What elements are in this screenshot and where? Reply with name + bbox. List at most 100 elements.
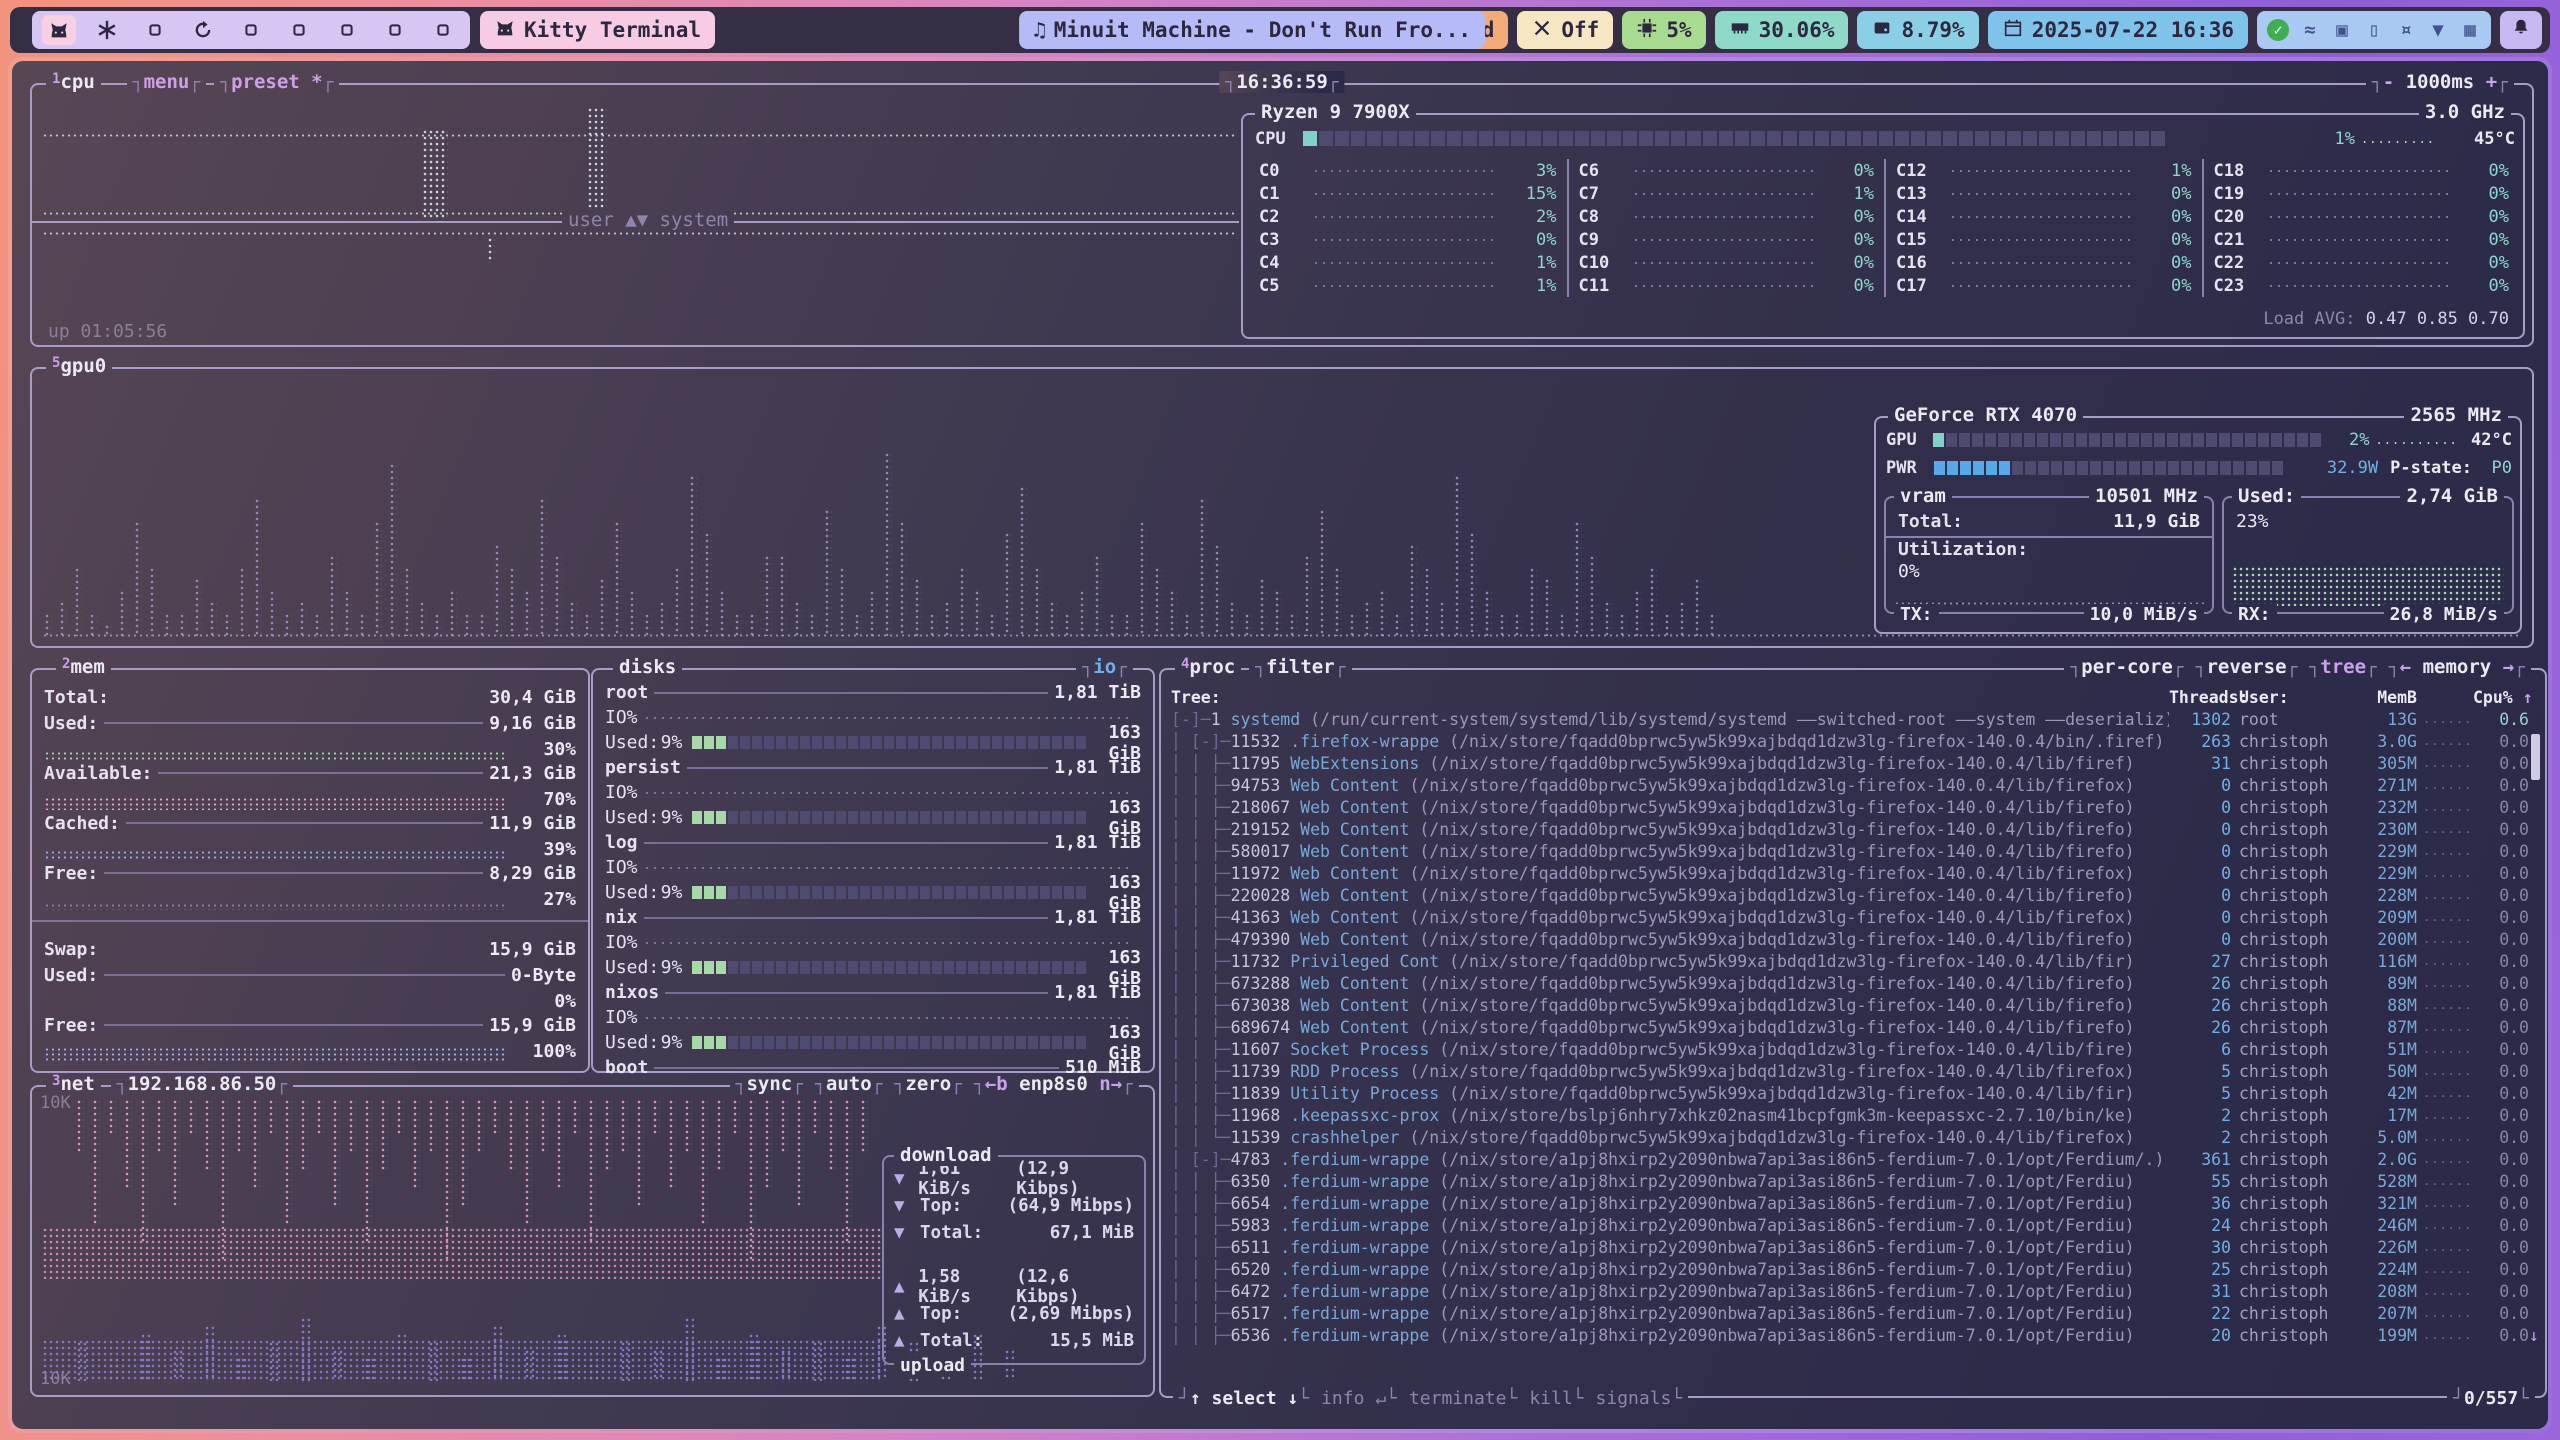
tray-plus-icon[interactable]: ¤ <box>2395 19 2417 41</box>
process-row[interactable]: │ │ ├─673288 Web Content (/nix/store/fqa… <box>1161 972 2545 994</box>
process-row[interactable]: [-]─1 systemd (/run/current-system/syste… <box>1161 708 2545 730</box>
workspace-icon[interactable] <box>330 15 364 45</box>
process-row[interactable]: │ │ ├─11739 RDD Process (/nix/store/fqad… <box>1161 1060 2545 1082</box>
status-pill-disk[interactable]: 8.79% <box>1857 11 1978 49</box>
gpu-graph-bar <box>1634 590 1642 636</box>
workspace-icon[interactable] <box>138 15 172 45</box>
process-row[interactable]: │ │ ├─219152 Web Content (/nix/store/fqa… <box>1161 818 2545 840</box>
proc-scrollbar[interactable] <box>2531 734 2540 780</box>
process-row[interactable]: │ │ ├─6350 .ferdium-wrappe (/nix/store/a… <box>1161 1170 2545 1192</box>
kitty-terminal-window-button[interactable]: Kitty Terminal <box>480 11 715 49</box>
uptime-label: up 01:05:56 <box>48 321 167 342</box>
now-playing-button[interactable]: ♫ Minuit Machine - Don't Run Fro... <box>1019 11 1485 49</box>
disk-io-label: IO% <box>605 857 638 878</box>
workspace-icon[interactable] <box>426 15 460 45</box>
sort-left-arrow[interactable]: ← <box>2400 656 2411 678</box>
col-memb[interactable]: MemB <box>2353 688 2417 707</box>
process-mem-spark: ......... <box>2417 734 2473 748</box>
process-row[interactable]: │ │ ├─6472 .ferdium-wrappe (/nix/store/a… <box>1161 1280 2545 1302</box>
gpu-panel-title[interactable]: 5gpu0 <box>46 355 112 377</box>
status-pill-chip[interactable]: 5% <box>1622 11 1705 49</box>
col-threads[interactable]: Threads: <box>2169 688 2231 707</box>
nix-icon[interactable] <box>90 15 124 45</box>
process-row[interactable]: │ │ ├─6536 .ferdium-wrappe (/nix/store/a… <box>1161 1324 2545 1346</box>
process-row[interactable]: │ │ ├─11968 .keepassxc-prox (/nix/store/… <box>1161 1104 2545 1126</box>
disks-io-button[interactable]: ┐io┌ <box>1076 656 1133 678</box>
workspace-icon[interactable] <box>378 15 412 45</box>
zero-button[interactable]: ┐zero┌ <box>889 1073 968 1095</box>
workspace-icon[interactable] <box>282 15 316 45</box>
process-row[interactable]: │ │ ├─5983 .ferdium-wrappe (/nix/store/a… <box>1161 1214 2545 1236</box>
status-pill-bluetooth-off[interactable]: Off <box>1517 11 1613 49</box>
process-row[interactable]: │ │ ├─6654 .ferdium-wrappe (/nix/store/a… <box>1161 1192 2545 1214</box>
info-button[interactable]: info ↵└ <box>1315 1388 1403 1409</box>
process-row[interactable]: │ │ ├─6517 .ferdium-wrappe (/nix/store/a… <box>1161 1302 2545 1324</box>
reverse-button[interactable]: ┐reverse┌ <box>2190 656 2304 678</box>
process-row[interactable]: │ │ ├─11795 WebExtensions (/nix/store/fq… <box>1161 752 2545 774</box>
process-row[interactable]: │ │ ├─673038 Web Content (/nix/store/fqa… <box>1161 994 2545 1016</box>
process-row[interactable]: │ │ ├─479390 Web Content (/nix/store/fqa… <box>1161 928 2545 950</box>
sort-right-arrow[interactable]: → <box>2503 656 2514 678</box>
filter-button[interactable]: ┐filter┌ <box>1249 656 1351 678</box>
net-down-bar <box>380 1099 388 1171</box>
process-threads: 0 <box>2169 886 2231 905</box>
select-button[interactable]: ┘↑ select ↓└ <box>1173 1388 1315 1409</box>
notifications-bell-button[interactable] <box>2500 11 2542 49</box>
interval-minus-button[interactable]: - <box>2383 71 2394 93</box>
status-pill-memory[interactable]: 30.06% <box>1715 11 1849 49</box>
preset-button[interactable]: ┐preset *┌ <box>214 71 339 93</box>
process-row[interactable]: │ │ ├─218067 Web Content (/nix/store/fqa… <box>1161 796 2545 818</box>
tree-button[interactable]: ┐tree┌ <box>2303 656 2382 678</box>
tray-funnel-icon[interactable]: ▼ <box>2427 19 2449 41</box>
col-cpu[interactable]: Cpu% ↑ <box>2473 688 2529 707</box>
disks-panel-title[interactable]: disks <box>613 656 682 678</box>
restart-icon[interactable] <box>186 15 220 45</box>
disk-size: 1,81 TiB <box>1054 982 1141 1003</box>
tray-check-icon[interactable]: ✓ <box>2267 19 2289 41</box>
cpu-panel-title[interactable]: 1cpu <box>46 71 101 93</box>
disk-used-row: Used:9%163 GiB <box>593 880 1153 905</box>
per-core-button[interactable]: ┐per-core┌ <box>2064 656 2189 678</box>
sort-column-control[interactable]: ┐← memory →┌ <box>2383 656 2531 678</box>
terminate-button[interactable]: terminate└ <box>1403 1388 1523 1409</box>
menu-button[interactable]: ┐menu┌ <box>127 71 206 93</box>
process-row[interactable]: │ │ ├─6520 .ferdium-wrappe (/nix/store/a… <box>1161 1258 2545 1280</box>
process-row[interactable]: │ │ ├─689674 Web Content (/nix/store/fqa… <box>1161 1016 2545 1038</box>
mem-label: Used: <box>44 965 98 986</box>
mem-label: Free: <box>44 1015 98 1036</box>
mem-panel-title[interactable]: 2mem <box>56 656 111 678</box>
process-row[interactable]: │ │ ├─11607 Socket Process (/nix/store/f… <box>1161 1038 2545 1060</box>
tray-window-icon[interactable]: ▣ <box>2331 19 2353 41</box>
sync-button[interactable]: ┐sync┌ <box>730 1073 809 1095</box>
update-interval-control[interactable]: ┐- 1000ms +┌ <box>2366 71 2514 93</box>
process-row[interactable]: │ │ ├─94753 Web Content (/nix/store/fqad… <box>1161 774 2545 796</box>
process-row[interactable]: │ │ └─11539 crashhelper (/nix/store/fqad… <box>1161 1126 2545 1148</box>
status-pill-calendar[interactable]: 2025-07-22 16:36 <box>1988 11 2248 49</box>
process-row[interactable]: │ │ ├─220028 Web Content (/nix/store/fqa… <box>1161 884 2545 906</box>
process-row[interactable]: │ [-]─11532 .firefox-wrappe (/nix/store/… <box>1161 730 2545 752</box>
process-row[interactable]: │ │ ├─41363 Web Content (/nix/store/fqad… <box>1161 906 2545 928</box>
workspace-icon[interactable] <box>234 15 268 45</box>
proc-more-down-icon[interactable]: ↓ <box>2529 1326 2545 1345</box>
tray-phone-icon[interactable]: ▯ <box>2363 19 2385 41</box>
process-row[interactable]: │ │ ├─6511 .ferdium-wrappe (/nix/store/a… <box>1161 1236 2545 1258</box>
proc-panel-title[interactable]: 4proc <box>1175 656 1241 678</box>
kill-button[interactable]: kill└ <box>1523 1388 1589 1409</box>
disk-name: nix <box>605 907 638 928</box>
col-user[interactable]: User: <box>2231 688 2353 707</box>
cat-icon[interactable] <box>42 15 76 45</box>
tray-grid-icon[interactable]: ▦ <box>2459 19 2481 41</box>
interface-switcher[interactable]: ┐←b enp8s0 n→┌ <box>968 1073 1139 1095</box>
auto-button[interactable]: ┐auto┌ <box>809 1073 888 1095</box>
process-row[interactable]: │ │ ├─11732 Privileged Cont (/nix/store/… <box>1161 950 2545 972</box>
signals-button[interactable]: signals└ <box>1590 1388 1689 1409</box>
interval-plus-button[interactable]: + <box>2486 71 2497 93</box>
col-tree[interactable]: Tree: <box>1171 688 2169 707</box>
process-row[interactable]: │ │ ├─11972 Web Content (/nix/store/fqad… <box>1161 862 2545 884</box>
process-row[interactable]: │ │ ├─11839 Utility Process (/nix/store/… <box>1161 1082 2545 1104</box>
process-row[interactable]: │ │ ├─580017 Web Content (/nix/store/fqa… <box>1161 840 2545 862</box>
net-panel-title[interactable]: 3net <box>46 1073 101 1095</box>
tray-wave-icon[interactable]: ≈ <box>2299 19 2321 41</box>
process-row[interactable]: │ [-]─4783 .ferdium-wrappe (/nix/store/a… <box>1161 1148 2545 1170</box>
process-cpu: 0.0 <box>2473 908 2529 927</box>
